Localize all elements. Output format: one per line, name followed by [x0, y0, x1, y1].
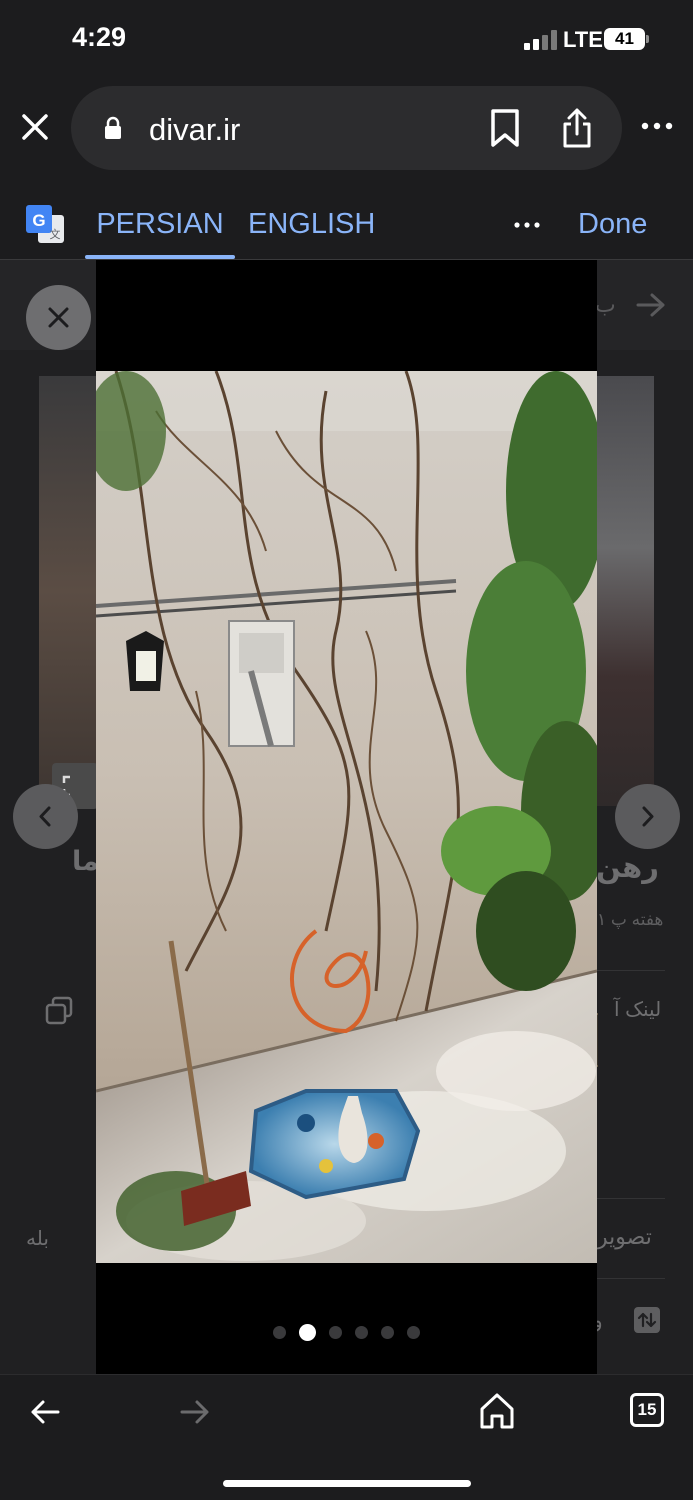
network-type: LTE — [563, 27, 603, 52]
pagination-dot[interactable] — [407, 1326, 420, 1339]
forward-arrow-icon[interactable] — [636, 292, 666, 318]
translate-options-icon[interactable] — [513, 220, 541, 230]
gallery-thumbnail-left — [39, 376, 97, 806]
divider — [597, 1198, 665, 1199]
previous-image-button[interactable] — [13, 784, 78, 849]
share-icon[interactable] — [560, 106, 594, 150]
divider — [597, 1278, 665, 1279]
close-viewer-button[interactable] — [26, 285, 91, 350]
more-options-icon[interactable] — [641, 120, 673, 132]
pagination-dot[interactable] — [273, 1326, 286, 1339]
browser-address-row: divar.ir — [0, 80, 693, 180]
chevron-right-icon — [642, 806, 654, 827]
home-icon[interactable] — [478, 1391, 516, 1431]
link-label-fragment: لینک آ — [614, 999, 662, 1021]
translate-bar: G 文 PERSIAN ENGLISH Done — [0, 180, 693, 260]
listing-title-fragment-left: ما — [72, 846, 99, 876]
done-button[interactable]: Done — [578, 180, 647, 260]
close-icon[interactable] — [18, 110, 52, 144]
copy-icon[interactable] — [44, 996, 74, 1026]
battery-tip — [646, 35, 649, 43]
status-time: 4:29 — [72, 22, 127, 52]
browser-toolbar: 15 — [0, 1374, 693, 1500]
swap-icon — [634, 1307, 660, 1333]
tab-switcher-button[interactable]: 15 — [630, 1393, 664, 1427]
divider — [597, 970, 665, 971]
pagination-dot[interactable] — [329, 1326, 342, 1339]
gallery-thumbnail-right — [597, 376, 654, 806]
address-bar[interactable]: divar.ir — [71, 86, 622, 170]
lock-icon — [105, 116, 121, 139]
chevron-left-icon — [39, 806, 51, 827]
pagination-dot[interactable] — [355, 1326, 368, 1339]
listing-photo[interactable] — [96, 371, 597, 1263]
images-value: بله — [26, 1228, 49, 1250]
listing-time-fragment: ۱ هفته پ — [597, 910, 664, 929]
header-text-fragment: ب — [595, 292, 616, 317]
pagination-dot[interactable] — [381, 1326, 394, 1339]
forward-arrow-icon[interactable] — [178, 1395, 212, 1429]
photo-viewer[interactable] — [96, 260, 597, 1374]
close-icon — [48, 307, 69, 328]
home-indicator — [223, 1480, 471, 1487]
listing-title-fragment: رهن — [596, 852, 659, 884]
image-pagination-dots — [96, 1324, 597, 1344]
url-text: divar.ir — [149, 112, 241, 147]
back-arrow-icon[interactable] — [28, 1395, 62, 1429]
tab-english[interactable]: ENGLISH — [248, 180, 375, 260]
battery-icon: 41 — [604, 28, 645, 50]
pagination-dot-active[interactable] — [299, 1324, 316, 1341]
bookmark-icon[interactable] — [489, 108, 521, 148]
images-label-fragment: تصویر — [597, 1224, 652, 1249]
tab-persian[interactable]: PERSIAN — [85, 180, 235, 260]
next-image-button[interactable] — [615, 784, 680, 849]
google-translate-icon: G 文 — [26, 205, 64, 243]
svg-text:文: 文 — [50, 227, 61, 241]
selected-tab-indicator — [85, 255, 235, 259]
status-bar: 4:29 LTE 41 — [0, 0, 693, 80]
cellular-signal-icon — [524, 30, 558, 50]
svg-text:G: G — [32, 211, 45, 230]
